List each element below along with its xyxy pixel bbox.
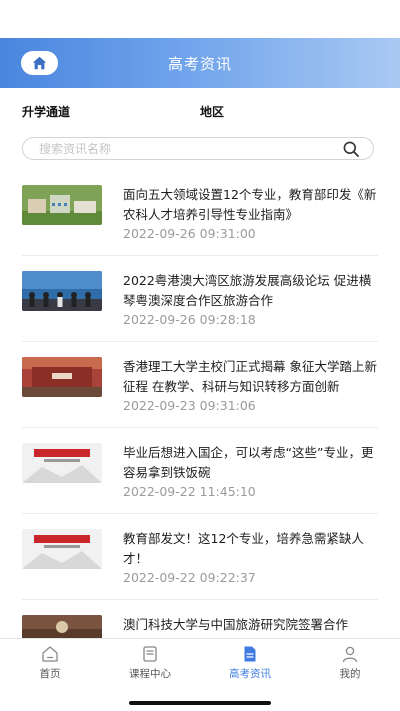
filter-region[interactable]: 地区 bbox=[200, 103, 224, 120]
status-bar bbox=[0, 0, 400, 38]
tab-label: 我的 bbox=[339, 668, 361, 680]
news-thumbnail bbox=[22, 357, 102, 397]
tab-label: 首页 bbox=[39, 668, 61, 680]
news-item[interactable]: 2022粤港澳大湾区旅游发展高级论坛 促进横琴粤澳深度合作区旅游合作 2022-… bbox=[22, 256, 378, 342]
news-title: 2022粤港澳大湾区旅游发展高级论坛 促进横琴粤澳深度合作区旅游合作 bbox=[123, 273, 372, 308]
news-date: 2022-09-22 11:45:10 bbox=[123, 484, 256, 499]
tab-profile[interactable]: 我的 bbox=[300, 645, 400, 681]
book-icon bbox=[143, 646, 157, 662]
header-bar: 高考资讯 bbox=[0, 38, 400, 88]
page-title: 高考资讯 bbox=[167, 55, 232, 73]
news-date: 2022-09-26 09:28:18 bbox=[123, 312, 256, 327]
news-thumbnail bbox=[22, 529, 102, 569]
tab-course-center[interactable]: 课程中心 bbox=[100, 645, 200, 681]
news-item[interactable]: 教育部发文！这12个专业，培养急需紧缺人才！ 2022-09-22 09:22:… bbox=[22, 514, 378, 600]
news-thumbnail bbox=[22, 271, 102, 311]
search-bar bbox=[22, 137, 374, 160]
tab-home[interactable]: 首页 bbox=[0, 645, 100, 681]
home-outline-icon bbox=[42, 646, 58, 662]
news-thumbnail bbox=[22, 443, 102, 483]
news-item[interactable]: 面向五大领域设置12个专业，教育部印发《新农科人才培养引导性专业指南》 2022… bbox=[22, 170, 378, 256]
news-date: 2022-09-26 09:31:00 bbox=[123, 226, 256, 241]
news-item[interactable]: 澳门科技大学与中国旅游研究院签署合作 bbox=[22, 600, 378, 638]
news-thumbnail bbox=[22, 615, 102, 638]
news-date: 2022-09-23 09:31:06 bbox=[123, 398, 256, 413]
document-icon bbox=[244, 646, 256, 662]
news-date: 2022-09-22 09:22:37 bbox=[123, 570, 256, 585]
news-list: 面向五大领域设置12个专业，教育部印发《新农科人才培养引导性专业指南》 2022… bbox=[22, 170, 378, 638]
search-icon[interactable] bbox=[343, 141, 359, 157]
news-title: 教育部发文！这12个专业，培养急需紧缺人才！ bbox=[123, 531, 364, 566]
news-title: 香港理工大学主校门正式揭幕 象征大学踏上新征程 在教学、科研与知识转移方面创新 bbox=[123, 359, 377, 394]
tab-gaokao-news[interactable]: 高考资讯 bbox=[200, 645, 300, 681]
news-title: 澳门科技大学与中国旅游研究院签署合作 bbox=[123, 617, 349, 632]
news-title: 毕业后想进入国企，可以考虑“这些”专业，更容易拿到铁饭碗 bbox=[123, 445, 374, 480]
tab-label: 高考资讯 bbox=[229, 668, 271, 680]
person-icon bbox=[342, 646, 358, 663]
bottom-tab-bar: 首页 课程中心 高考资讯 我的 bbox=[0, 638, 400, 711]
news-item[interactable]: 毕业后想进入国企，可以考虑“这些”专业，更容易拿到铁饭碗 2022-09-22 … bbox=[22, 428, 378, 514]
news-item[interactable]: 香港理工大学主校门正式揭幕 象征大学踏上新征程 在教学、科研与知识转移方面创新 … bbox=[22, 342, 378, 428]
news-title: 面向五大领域设置12个专业，教育部印发《新农科人才培养引导性专业指南》 bbox=[123, 187, 377, 222]
home-indicator bbox=[129, 701, 271, 705]
search-input[interactable] bbox=[39, 140, 329, 157]
filter-admission-channel[interactable]: 升学通道 bbox=[22, 103, 70, 120]
filter-bar: 升学通道 地区 bbox=[22, 103, 378, 123]
news-thumbnail bbox=[22, 185, 102, 225]
tab-label: 课程中心 bbox=[129, 668, 171, 680]
